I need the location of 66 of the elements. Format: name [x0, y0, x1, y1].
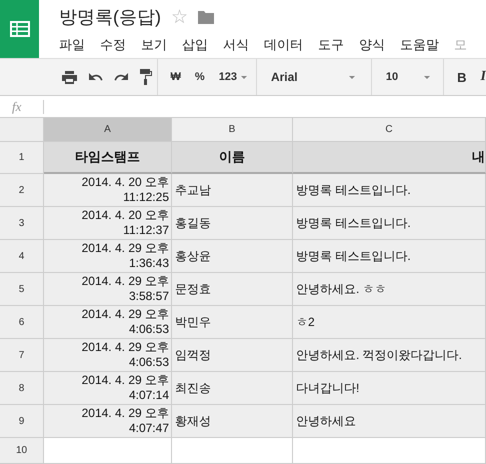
table-cell: 안녕하세요. ㅎㅎ: [293, 273, 486, 306]
menu-item[interactable]: 도움말: [400, 36, 439, 54]
menu-item[interactable]: 보기: [141, 36, 167, 54]
table-cell: 방명록 테스트입니다.: [293, 207, 486, 240]
italic-button[interactable]: I: [480, 69, 486, 85]
table-cell: 다녀갑니다!: [293, 372, 486, 405]
sheets-logo[interactable]: [0, 0, 39, 58]
table-cell: 내: [293, 142, 486, 174]
row-header[interactable]: 9: [0, 405, 44, 438]
menu-item[interactable]: 수정: [100, 36, 126, 54]
table-cell: 안녕하세요. 꺽정이왔다갑니다.: [293, 339, 486, 372]
table-cell: 홍길동: [172, 207, 293, 240]
table-cell: 2014. 4. 29 오후 4:07:47: [44, 405, 172, 438]
bold-button[interactable]: B: [457, 70, 467, 84]
row-header[interactable]: 3: [0, 207, 44, 240]
table-cell: 방명록 테스트입니다.: [293, 240, 486, 273]
table-cell: 2014. 4. 29 오후 4:07:14: [44, 372, 172, 405]
table-cell: 방명록 테스트입니다.: [293, 174, 486, 207]
table-cell: 이름: [172, 142, 293, 174]
table-cell: 임꺽정: [172, 339, 293, 372]
table-cell: 2014. 4. 20 오후 11:12:25: [44, 174, 172, 207]
row-header[interactable]: 5: [0, 273, 44, 306]
formula-label: fx: [11, 98, 22, 114]
font-dropdown[interactable]: Arial: [270, 70, 355, 84]
menu-item[interactable]: 파일: [59, 36, 85, 54]
row-header[interactable]: 4: [0, 240, 44, 273]
table-cell: 박민우: [172, 306, 293, 339]
font-size-dropdown[interactable]: 10: [386, 71, 430, 83]
table-cell: 추교남: [172, 174, 293, 207]
document-title[interactable]: 방명록(응답): [59, 5, 161, 29]
paint-roller-icon[interactable]: [140, 69, 152, 85]
menu-item[interactable]: 데이터: [264, 36, 303, 54]
table-cell: 최진송: [172, 372, 293, 405]
row-header[interactable]: 1: [0, 142, 44, 174]
row-header[interactable]: 2: [0, 174, 44, 207]
row-header[interactable]: 6: [0, 306, 44, 339]
column-header[interactable]: A: [44, 118, 172, 142]
menu-item[interactable]: 양식: [359, 36, 385, 54]
table-cell: 2014. 4. 29 오후 4:06:53: [44, 306, 172, 339]
column-header[interactable]: B: [172, 118, 293, 142]
currency-button[interactable]: ₩: [170, 71, 181, 83]
column-header[interactable]: C: [293, 118, 486, 142]
table-cell: 2014. 4. 29 오후 4:06:53: [44, 339, 172, 372]
table-cell: 홍상윤: [172, 240, 293, 273]
row-header[interactable]: 8: [0, 372, 44, 405]
table-cell: 안녕하세요: [293, 405, 486, 438]
row-header[interactable]: 7: [0, 339, 44, 372]
table-cell: ㅎ2: [293, 306, 486, 339]
menu-item[interactable]: 서식: [223, 36, 249, 54]
percent-button[interactable]: %: [194, 71, 205, 83]
table-cell: 2014. 4. 29 오후 1:36:43: [44, 240, 172, 273]
number-format-dropdown[interactable]: 123: [218, 71, 248, 83]
table-cell: 타임스탬프: [44, 142, 172, 174]
table-cell: 2014. 4. 29 오후 3:58:57: [44, 273, 172, 306]
table-cell: 문정효: [172, 273, 293, 306]
print-icon[interactable]: [62, 70, 77, 84]
table-cell: 2014. 4. 20 오후 11:12:37: [44, 207, 172, 240]
undo-icon[interactable]: [88, 72, 103, 82]
corner-cell[interactable]: [0, 118, 44, 142]
redo-icon[interactable]: [114, 72, 129, 82]
menu-item[interactable]: 도구: [318, 36, 344, 54]
spreadsheet-icon: [10, 21, 30, 37]
row-header[interactable]: 10: [0, 438, 44, 464]
table-cell: 황재성: [172, 405, 293, 438]
menu-item[interactable]: 삽입: [182, 36, 208, 54]
folder-icon[interactable]: [198, 10, 214, 24]
